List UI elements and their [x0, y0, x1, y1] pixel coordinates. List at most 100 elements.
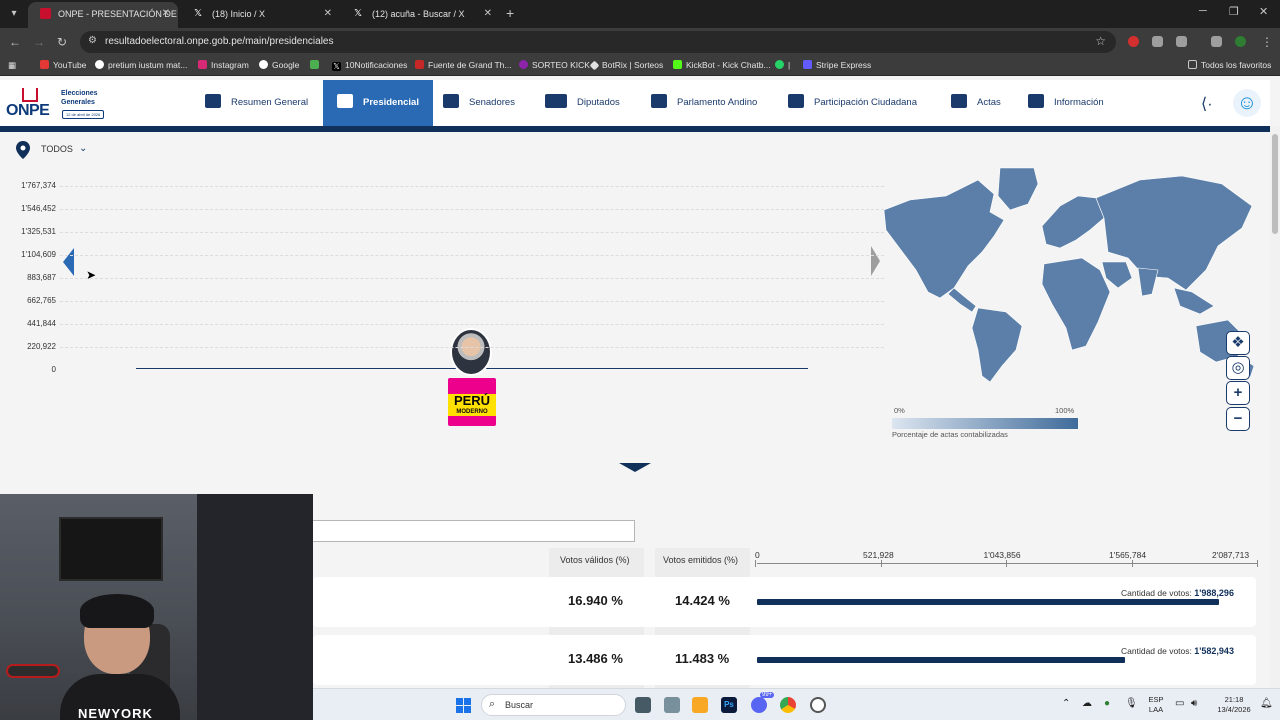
collapse-toggle-icon[interactable] — [619, 463, 651, 472]
onpe-logo[interactable]: ONPE Elecciones Generales 12 de abril de… — [6, 86, 116, 122]
bookmark-pinwheel[interactable] — [310, 60, 323, 70]
share-icon[interactable]: ⟨· — [1201, 94, 1213, 114]
tab-x-search[interactable]: 𝕏 (12) acuña - Buscar / X ✕ — [342, 2, 500, 28]
map-region-africa — [1041, 257, 1111, 351]
chart-next-arrow-icon[interactable] — [871, 246, 880, 276]
chrome-icon[interactable] — [780, 697, 796, 713]
accessibility-icon[interactable]: ☺ — [1233, 89, 1261, 117]
file-explorer-icon[interactable] — [692, 697, 708, 713]
tab-x-inicio[interactable]: 𝕏 (18) Inicio / X ✕ — [182, 2, 340, 28]
info-document-icon — [1028, 94, 1044, 108]
microphone-tray-icon[interactable]: 🎙︎ — [1125, 698, 1138, 709]
bookmark-stripe[interactable]: Stripe Express — [803, 60, 871, 70]
bookmark-instagram[interactable]: Instagram — [198, 60, 249, 70]
zoom-in-button[interactable]: + — [1226, 381, 1250, 405]
tab-search-icon[interactable]: ▾ — [6, 6, 22, 22]
extensions-puzzle-icon[interactable] — [1176, 36, 1187, 47]
shirt-print: NEWYORK — [78, 706, 153, 720]
bookmark-star-icon[interactable]: ☆ — [1095, 34, 1106, 48]
notifications-icon[interactable]: 🔔︎ — [1260, 698, 1273, 709]
chart-prev-arrow-icon[interactable] — [63, 248, 74, 276]
reading-list-icon[interactable] — [1211, 36, 1222, 47]
network-icon[interactable]: ▭ — [1175, 698, 1184, 709]
bookmark-sorteo-kick[interactable]: SORTEO KICK — [519, 60, 590, 70]
discord-icon[interactable] — [751, 697, 767, 713]
bookmark-label: Fuente de Grand Th... — [428, 60, 512, 70]
extension-record-icon[interactable] — [1128, 36, 1139, 47]
candidate-photo[interactable] — [450, 328, 492, 376]
browser-menu-icon[interactable]: ⋮ — [1261, 35, 1273, 49]
y-tick-label: 1'325,531 — [21, 227, 56, 236]
reload-icon[interactable]: ↻ — [57, 35, 67, 49]
clipboard-check-icon — [951, 94, 967, 108]
back-icon[interactable]: ← — [9, 35, 21, 49]
bookmark-youtube[interactable]: YouTube — [40, 60, 86, 70]
apps-grid-icon[interactable]: ▦ — [8, 60, 16, 71]
extension-card-icon[interactable] — [1152, 36, 1163, 47]
browser-toolbar: ← → ↻ ⚙ resultadoelectoral.onpe.gob.pe/m… — [0, 28, 1280, 56]
bookmark-whatsapp[interactable]: | — [775, 60, 790, 70]
candidate-search-input[interactable] — [300, 520, 635, 542]
bookmark-label: 10Notificaciones — [345, 60, 408, 70]
axis-label: 2'087,713 — [1212, 550, 1250, 560]
photoshop-icon[interactable]: Ps — [721, 697, 737, 713]
legend-gradient-bar — [892, 418, 1078, 429]
menu-participacion-ciudadana[interactable]: Participación Ciudadana — [788, 80, 917, 126]
world-map[interactable] — [882, 166, 1257, 388]
all-bookmarks[interactable]: Todos los favoritos — [1188, 60, 1271, 70]
menu-actas[interactable]: Actas — [951, 80, 1001, 126]
y-tick-label: 883,687 — [27, 273, 56, 282]
close-window-icon[interactable]: ✕ — [1259, 5, 1268, 18]
forward-icon[interactable]: → — [33, 35, 45, 49]
scrollbar-thumb[interactable] — [1272, 134, 1278, 234]
result-row[interactable]: 13.486 % 11.483 % Cantidad de votos: 1'5… — [313, 635, 1256, 685]
bookmark-botrix[interactable]: BotRix | Sorteos — [589, 60, 663, 71]
peru-map-icon[interactable]: ❖ — [1226, 331, 1250, 355]
page-scrollbar[interactable] — [1270, 126, 1280, 688]
profile-avatar-icon[interactable] — [1235, 36, 1246, 47]
tab-onpe[interactable]: ONPE - PRESENTACIÓN DE RE ✕ — [28, 2, 178, 28]
menu-resumen-general[interactable]: Resumen General — [205, 80, 308, 126]
votes-axis-line — [757, 563, 1257, 564]
legend-min-label: 0% — [894, 406, 905, 415]
system-clock[interactable]: 21:18 13/4/2026 — [1214, 695, 1254, 715]
google-icon — [95, 60, 104, 69]
close-tab-icon[interactable]: ✕ — [162, 2, 170, 26]
bookmark-google[interactable]: Google — [259, 60, 299, 70]
onedrive-icon[interactable]: ☁ — [1082, 698, 1092, 709]
globe-icon[interactable]: ◎ — [1226, 356, 1250, 380]
chevron-down-icon[interactable]: ⌄ — [79, 143, 87, 154]
printer-app-icon[interactable] — [664, 697, 680, 713]
close-tab-icon[interactable]: ✕ — [484, 2, 492, 26]
lang-line2: LAA — [1148, 705, 1164, 714]
axis-label: 0 — [755, 550, 760, 560]
windows-start-icon[interactable] — [456, 698, 471, 713]
close-tab-icon[interactable]: ✕ — [324, 2, 332, 26]
menu-senadores[interactable]: Senadores — [443, 80, 515, 126]
bookmark-10notificaciones[interactable]: 𝕏 10Notificaciones — [332, 60, 407, 71]
taskbar-search[interactable]: ⌕ Buscar — [481, 694, 626, 716]
obs-icon[interactable] — [810, 697, 826, 713]
party-logo-peru-moderno[interactable]: PERÚ MODERNO — [448, 378, 496, 426]
votes-count: Cantidad de votos: 1'988,296 — [1121, 588, 1234, 598]
bookmark-kickbot[interactable]: KickBot - Kick Chatb... — [673, 60, 771, 70]
result-row[interactable]: 16.940 % 14.424 % Cantidad de votos: 1'9… — [313, 577, 1256, 627]
bookmark-pretium[interactable]: pretium iustum mat... — [95, 60, 187, 70]
menu-parlamento-andino[interactable]: Parlamento Andino — [651, 80, 757, 126]
restore-icon[interactable]: ❐ — [1229, 5, 1239, 18]
location-select[interactable]: TODOS — [41, 144, 73, 154]
minimize-icon[interactable]: ─ — [1199, 5, 1207, 17]
show-hidden-icons-icon[interactable]: ⌃ — [1062, 698, 1070, 709]
task-view-icon[interactable] — [635, 697, 651, 713]
menu-presidencial[interactable]: Presidencial — [323, 80, 433, 126]
volume-icon[interactable]: 🔊︎ — [1191, 698, 1197, 709]
site-info-icon[interactable]: ⚙ — [88, 35, 97, 46]
new-tab-icon[interactable]: + — [506, 5, 514, 21]
address-bar[interactable]: ⚙ resultadoelectoral.onpe.gob.pe/main/pr… — [80, 31, 1116, 53]
security-shield-icon[interactable]: ● — [1104, 698, 1110, 709]
menu-informacion[interactable]: Información — [1028, 80, 1104, 126]
bookmark-fuente[interactable]: Fuente de Grand Th... — [415, 60, 511, 70]
input-language[interactable]: ESP LAA — [1144, 695, 1168, 715]
menu-diputados[interactable]: Diputados — [545, 80, 620, 126]
zoom-out-button[interactable]: − — [1226, 407, 1250, 431]
